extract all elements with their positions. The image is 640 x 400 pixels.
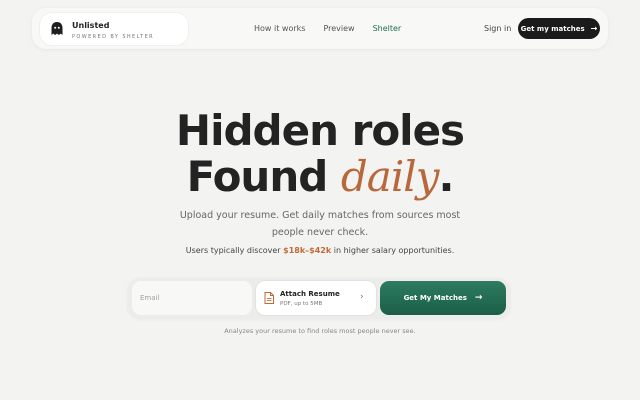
document-icon (264, 292, 274, 304)
nav-link-preview[interactable]: Preview (323, 24, 354, 33)
nav-link-how-it-works[interactable]: How it works (254, 24, 305, 33)
email-input[interactable] (132, 281, 252, 315)
get-my-matches-button[interactable]: Get my matches → (518, 18, 600, 39)
sign-in-link[interactable]: Sign in (484, 24, 511, 33)
nav-links: How it works Preview Shelter (254, 24, 401, 33)
brand-name: Unlisted (72, 21, 110, 30)
salary-prefix: Users typically discover (185, 246, 284, 255)
get-my-matches-label: Get my matches (520, 24, 585, 33)
attach-resume-subtitle: PDF, up to 5MB (280, 301, 323, 307)
submit-label: Get My Matches (403, 294, 467, 302)
nav-link-shelter[interactable]: Shelter (373, 24, 402, 33)
hero-subtitle-line1: Upload your resume. Get daily matches fr… (179, 210, 461, 221)
hero-subtitle-line2: people never check. (271, 227, 369, 238)
landing-page: Unlisted POWERED BY SHELTER How it works… (0, 0, 640, 400)
hero-title-line1: Hidden roles (175, 106, 465, 155)
arrow-right-icon: → (474, 293, 483, 303)
hero-title: Hidden roles Found daily. (0, 108, 640, 200)
get-my-matches-submit-button[interactable]: Get My Matches → (380, 281, 506, 315)
hero-title-suffix: . (438, 152, 454, 201)
hero-subtitle: Upload your resume. Get daily matches fr… (0, 207, 640, 241)
attach-resume-button[interactable]: Attach Resume PDF, up to 5MB › (256, 281, 376, 315)
attach-resume-title: Attach Resume (280, 290, 340, 298)
signup-form: Attach Resume PDF, up to 5MB › Get My Ma… (128, 278, 510, 318)
brand-badge[interactable]: Unlisted POWERED BY SHELTER (40, 13, 188, 45)
hero-title-line2: Found daily. (0, 154, 640, 200)
hero-title-prefix: Found (186, 152, 341, 201)
salary-range: $18k–$42k (283, 246, 332, 255)
chevron-right-icon: › (360, 292, 364, 302)
arrow-right-icon: → (590, 24, 598, 33)
brand-subtitle: POWERED BY SHELTER (72, 34, 155, 40)
top-nav: Unlisted POWERED BY SHELTER How it works… (32, 8, 608, 49)
salary-suffix: in higher salary opportunities. (331, 246, 455, 255)
form-note: Analyzes your resume to find roles most … (224, 327, 416, 335)
hero-title-accent: daily (340, 152, 440, 201)
salary-claim: Users typically discover $18k–$42k in hi… (0, 246, 640, 255)
ghost-logo-icon (51, 22, 63, 35)
